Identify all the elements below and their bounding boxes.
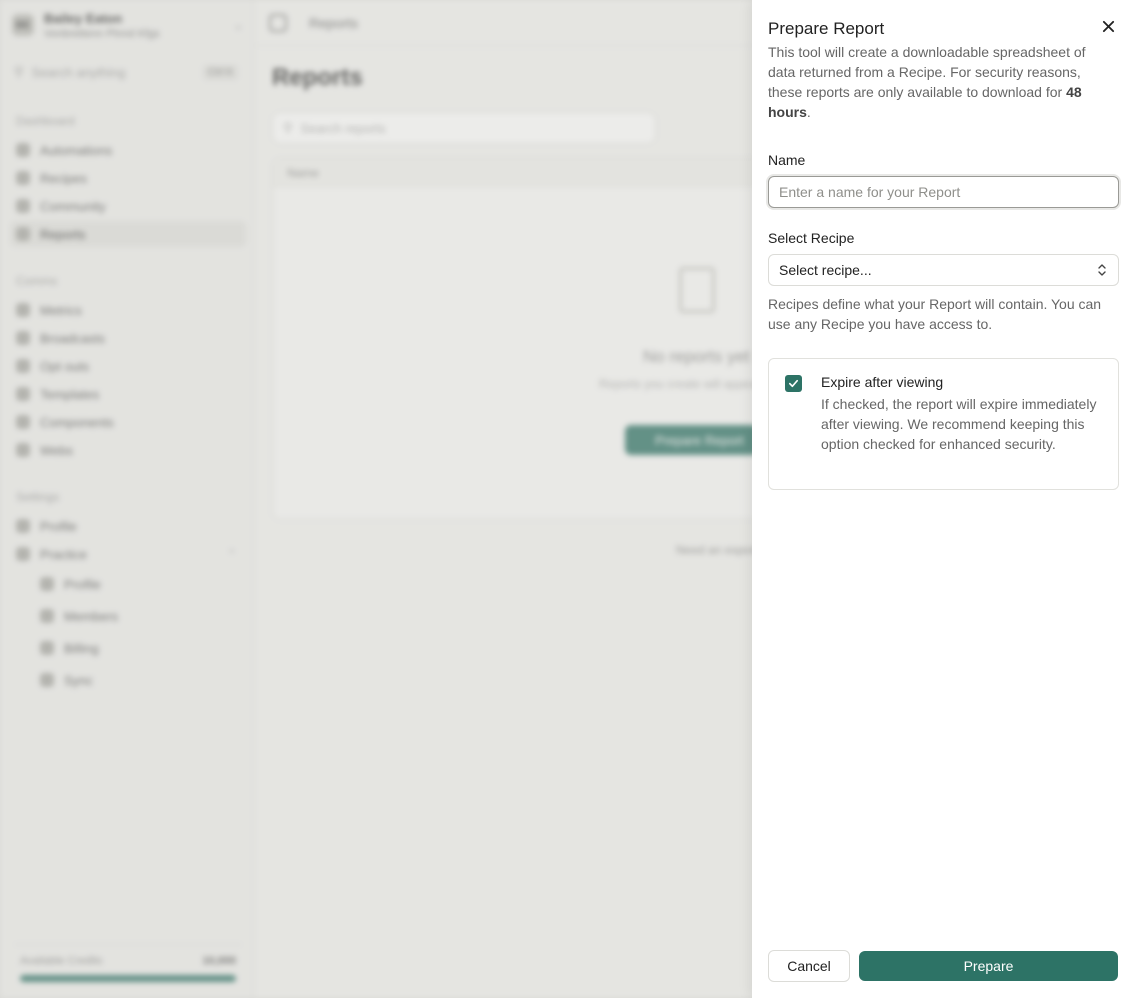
recipe-select[interactable]: Select recipe... [768, 254, 1119, 286]
report-name-input[interactable] [768, 176, 1119, 208]
chevron-up-down-icon [1098, 264, 1106, 276]
checkmark-icon [789, 379, 798, 388]
recipe-help-text: Recipes define what your Report will con… [768, 296, 1102, 332]
close-icon [1102, 20, 1114, 32]
recipe-select-value: Select recipe... [779, 262, 872, 278]
expire-option-card: Expire after viewing If checked, the rep… [768, 358, 1119, 490]
close-button[interactable] [1098, 16, 1118, 36]
description-end: . [806, 104, 811, 120]
prepare-button[interactable]: Prepare [859, 951, 1118, 981]
drawer-description: This tool will create a downloadable spr… [768, 42, 1114, 122]
description-text: This tool will create a downloadable spr… [768, 44, 1086, 100]
expire-checkbox[interactable] [785, 375, 802, 392]
expire-option-description: If checked, the report will expire immed… [821, 396, 1097, 452]
cancel-button[interactable]: Cancel [768, 950, 850, 982]
prepare-report-drawer: Prepare Report This tool will create a d… [752, 0, 1135, 998]
expire-option-title: Expire after viewing [821, 374, 944, 390]
recipe-label: Select Recipe [768, 230, 855, 246]
name-label: Name [768, 152, 806, 168]
drawer-title: Prepare Report [768, 19, 885, 38]
